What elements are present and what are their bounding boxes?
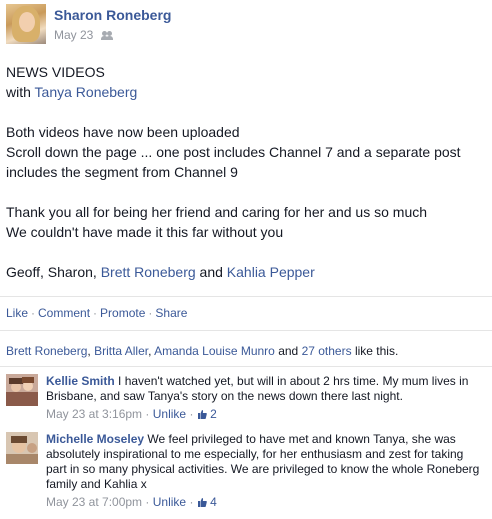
author-name-link[interactable]: Sharon Roneberg (54, 7, 171, 23)
post-text-line: includes the segment from Channel 9 (6, 164, 238, 180)
comment-content: Kellie Smith I haven't watched yet, but … (46, 374, 482, 422)
post-body: NEWS VIDEOS with Tanya Roneberg Both vid… (6, 62, 476, 282)
commenter-name-link[interactable]: Michelle Moseley (46, 432, 144, 446)
comment-meta: May 23 at 7:00pm · Unlike · 4 (46, 495, 482, 510)
tagged-line: with Tanya Roneberg (6, 82, 476, 102)
separator: · (148, 306, 153, 320)
like-count: 2 (210, 407, 217, 421)
tagged-person-link[interactable]: Tanya Roneberg (35, 84, 138, 100)
separator: · (31, 306, 36, 320)
post-actions: Like · Comment · Promote · Share (6, 306, 187, 320)
post-text-line: Thank you all for being her friend and c… (6, 204, 428, 220)
liker-link[interactable]: Brett Roneberg (6, 344, 87, 358)
like-button[interactable]: Like (6, 306, 28, 320)
with-label: with (6, 84, 35, 100)
comment-meta: May 23 at 3:16pm · Unlike · 2 (46, 407, 482, 422)
commenter-avatar[interactable] (6, 432, 38, 464)
thumbs-up-icon (197, 498, 207, 507)
post-timestamp[interactable]: May 23 (54, 28, 93, 42)
comment-content: Michelle Moseley We feel privileged to h… (46, 432, 482, 510)
signoff-person-link[interactable]: Kahlia Pepper (227, 264, 315, 280)
likes-summary: Brett Roneberg, Britta Aller, Amanda Lou… (6, 344, 399, 358)
post-text-line: Both videos have now been uploaded (6, 124, 240, 140)
liker-link[interactable]: Britta Aller (94, 344, 148, 358)
like-count: 4 (210, 495, 217, 509)
signoff-text: Geoff, Sharon, (6, 264, 101, 280)
signoff-line: Geoff, Sharon, Brett Roneberg and Kahlia… (6, 262, 476, 282)
divider (0, 330, 492, 331)
separator: · (145, 407, 150, 421)
share-button[interactable]: Share (155, 306, 187, 320)
divider (0, 366, 492, 367)
separator: · (189, 407, 194, 421)
divider (0, 296, 492, 297)
post-meta: May 23 (54, 28, 113, 42)
signoff-and: and (195, 264, 227, 280)
likes-and: and (274, 344, 302, 358)
unlike-button[interactable]: Unlike (153, 495, 186, 509)
comment-like-count[interactable]: 4 (197, 495, 217, 509)
separator: · (145, 495, 150, 509)
comment-button[interactable]: Comment (38, 306, 90, 320)
separator: · (189, 495, 194, 509)
likes-suffix: like this. (351, 344, 399, 358)
post-title: NEWS VIDEOS (6, 64, 105, 80)
separator: · (93, 306, 98, 320)
promote-button[interactable]: Promote (100, 306, 145, 320)
thumbs-up-icon (197, 410, 207, 419)
commenter-name-link[interactable]: Kellie Smith (46, 374, 115, 388)
author-avatar[interactable] (6, 4, 46, 44)
commenter-avatar[interactable] (6, 374, 38, 406)
friends-icon[interactable] (100, 31, 113, 40)
comment-timestamp[interactable]: May 23 at 3:16pm (46, 407, 142, 421)
unlike-button[interactable]: Unlike (153, 407, 186, 421)
comment-like-count[interactable]: 2 (197, 407, 217, 421)
comment-timestamp[interactable]: May 23 at 7:00pm (46, 495, 142, 509)
signoff-person-link[interactable]: Brett Roneberg (101, 264, 196, 280)
liker-link[interactable]: Amanda Louise Munro (154, 344, 275, 358)
post-text-line: Scroll down the page ... one post includ… (6, 144, 461, 160)
others-link[interactable]: 27 others (302, 344, 352, 358)
post-text-line: We couldn't have made it this far withou… (6, 224, 284, 240)
